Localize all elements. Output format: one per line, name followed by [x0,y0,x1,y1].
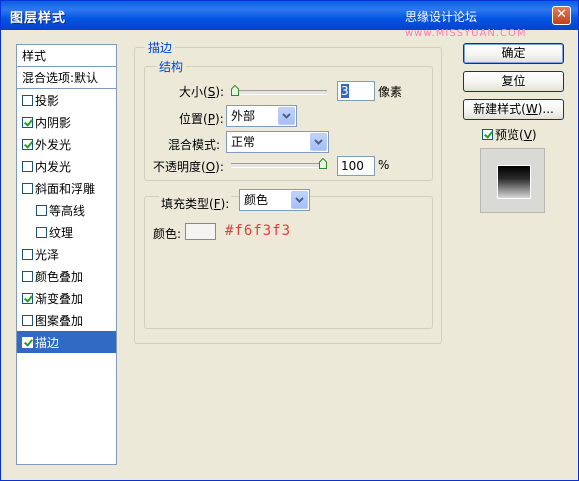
style-item-checkbox[interactable] [36,204,47,216]
opacity-slider-track[interactable] [231,163,327,168]
close-icon: ✕ [556,7,567,22]
style-item[interactable]: 内发光 [17,155,116,177]
preview-checkbox[interactable] [482,129,493,140]
style-item-label: 内发光 [35,159,72,174]
title-bar[interactable]: 图层样式 思缘设计论坛 www.MISSYUAN.COM ✕ [1,1,578,39]
style-item-label: 光泽 [35,247,60,262]
blend-options-item[interactable]: 混合选项:默认 [17,67,116,89]
style-item-label: 投影 [35,93,60,108]
blend-options-label: 混合选项:默认 [22,71,99,85]
position-select[interactable]: 外部 [226,105,297,127]
watermark-url: www.MISSYUAN.COM [405,28,527,39]
style-preview [480,148,545,213]
style-item-checkbox[interactable] [36,226,47,238]
style-item-label: 描边 [35,335,60,350]
watermark-text: 思缘设计论坛 [405,10,478,24]
style-item[interactable]: 斜面和浮雕 [17,177,116,199]
opacity-label: 不透明度(O): [153,160,224,174]
style-item-checkbox[interactable] [22,292,33,304]
size-label: 大小(S): [179,85,225,99]
style-item-label: 渐变叠加 [35,291,84,306]
styles-header-label: 样式 [22,49,47,63]
styles-header[interactable]: 样式 [17,45,116,67]
style-item[interactable]: 颜色叠加 [17,265,116,287]
style-item[interactable]: 图案叠加 [17,309,116,331]
opacity-slider-thumb[interactable] [319,158,327,169]
style-item-checkbox[interactable] [22,270,33,282]
style-item[interactable]: 光泽 [17,243,116,265]
style-item-label: 外发光 [35,137,72,152]
style-item-checkbox[interactable] [22,116,33,128]
style-item-checkbox[interactable] [22,182,33,194]
style-item-checkbox[interactable] [22,336,33,348]
chevron-down-icon [295,197,304,203]
color-swatch[interactable] [185,223,216,240]
style-item-checkbox[interactable] [22,138,33,150]
style-item-label: 颜色叠加 [35,269,84,284]
blend-mode-select[interactable]: 正常 [226,131,329,153]
style-item-label: 斜面和浮雕 [35,181,96,196]
fill-type-label: 填充类型(F): [159,195,232,212]
style-item-label: 等高线 [49,203,86,218]
style-item-checkbox[interactable] [22,314,33,326]
structure-group-title: 结构 [156,58,187,75]
size-input[interactable]: 3 [337,81,375,101]
style-item[interactable]: 描边 [17,331,116,353]
close-button[interactable]: ✕ [552,6,571,25]
position-dropdown-button[interactable] [278,107,295,125]
style-item-label: 内阴影 [35,115,72,130]
styles-list: 样式 混合选项:默认 投影内阴影外发光内发光斜面和浮雕等高线纹理光泽颜色叠加渐变… [16,44,117,465]
style-item-label: 图案叠加 [35,313,84,328]
style-item[interactable]: 投影 [17,89,116,111]
blend-mode-label: 混合模式: [168,138,221,152]
ok-button[interactable]: 确定 [463,43,564,64]
style-item-checkbox[interactable] [22,160,33,172]
position-label: 位置(P): [179,112,224,126]
size-slider-track[interactable] [231,90,327,95]
chevron-down-icon [314,139,323,145]
opacity-unit: % [378,158,390,172]
style-preview-thumbnail [497,165,531,199]
new-style-button[interactable]: 新建样式(W)... [463,99,564,120]
style-item[interactable]: 外发光 [17,133,116,155]
size-slider-thumb[interactable] [231,85,239,96]
opacity-input[interactable]: 100 [337,156,375,176]
style-item-checkbox[interactable] [22,94,33,106]
stroke-group-title: 描边 [145,39,176,56]
layer-style-dialog: 图层样式 思缘设计论坛 www.MISSYUAN.COM ✕ 样式 混合选项:默… [0,0,579,481]
fill-type-dropdown-button[interactable] [291,191,308,209]
window-controls: ✕ [552,6,572,25]
chevron-down-icon [282,113,291,119]
preview-checkbox-row[interactable]: 预览(V) [482,126,537,143]
color-hex-annotation: #f6f3f3 [225,223,292,239]
fill-group [144,196,433,329]
style-item-checkbox[interactable] [22,248,33,260]
reset-button[interactable]: 复位 [463,71,564,92]
style-item[interactable]: 纹理 [17,221,116,243]
blend-mode-dropdown-button[interactable] [310,133,327,151]
color-label: 颜色: [153,227,182,241]
style-item[interactable]: 等高线 [17,199,116,221]
style-item-label: 纹理 [49,225,74,240]
style-item[interactable]: 渐变叠加 [17,287,116,309]
style-item[interactable]: 内阴影 [17,111,116,133]
size-unit: 像素 [378,85,403,99]
fill-type-select[interactable]: 颜色 [239,189,310,211]
window-title: 图层样式 [10,11,67,26]
